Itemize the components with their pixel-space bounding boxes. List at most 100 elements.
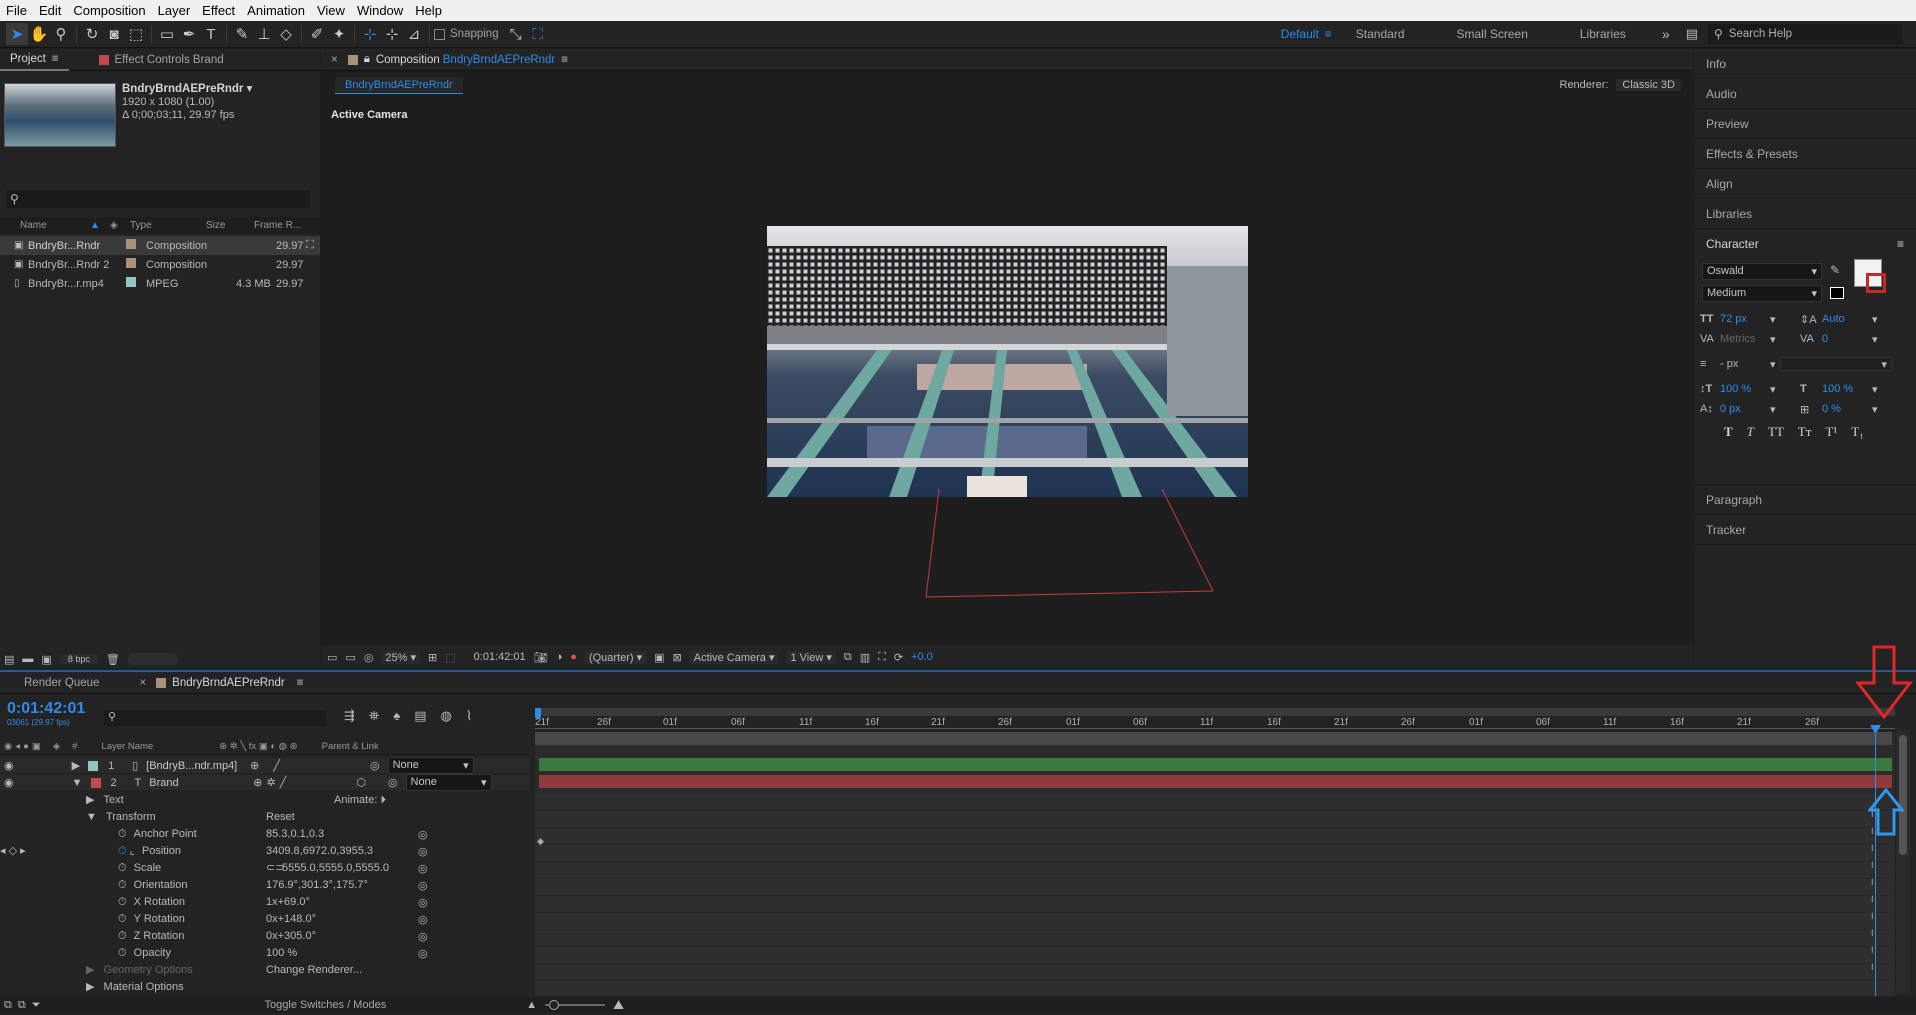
quality-switch-icon[interactable]: ╱	[273, 759, 280, 772]
superscript-button[interactable]: T¹	[1825, 424, 1837, 440]
comp-track-bar[interactable]	[535, 732, 1892, 745]
view-axis-icon[interactable]: ⊿	[403, 23, 425, 45]
quality-switch-icon[interactable]: ╱	[280, 776, 287, 789]
collapse-arrow-icon[interactable]: ▼	[86, 811, 97, 823]
layer-1-duration-bar[interactable]	[539, 758, 1892, 771]
kerning-value[interactable]: Metrics	[1720, 333, 1770, 345]
bit-depth-button[interactable]: 8 bpc	[59, 654, 98, 664]
zoom-select[interactable]: 25% ▾	[381, 650, 421, 664]
transform-reset-link[interactable]: Reset	[266, 810, 295, 824]
panel-align[interactable]: Align	[1694, 169, 1916, 199]
renderer-select[interactable]: Classic 3D	[1616, 79, 1681, 91]
label-tag-icon[interactable]: ◈	[110, 220, 130, 231]
composition-viewer-frame[interactable]	[767, 226, 1248, 497]
expand-arrow-icon[interactable]: ▶	[86, 981, 94, 993]
tsume-value[interactable]: 0 %	[1822, 403, 1872, 415]
opacity-value[interactable]: 100 %	[266, 946, 297, 960]
work-area-bar[interactable]	[535, 708, 1895, 716]
project-item[interactable]: ▣ BndryBr...Rndr Composition 29.97 ⛶	[0, 236, 320, 255]
panel-tracker[interactable]: Tracker	[1694, 515, 1916, 545]
black-white-swatch[interactable]	[1830, 287, 1844, 299]
chevron-down-icon[interactable]: ▾	[247, 83, 253, 95]
comp-mini-flowchart-icon[interactable]: ⇶	[344, 708, 355, 724]
graph-icon[interactable]: ⌞	[130, 845, 135, 857]
comp-info-name[interactable]: BndryBrndAEPreRndr ▾	[122, 83, 252, 96]
expand-arrow-icon[interactable]: ▶	[86, 964, 94, 976]
snapshot-icon[interactable]: 📷︎	[534, 651, 548, 664]
snapping-checkbox[interactable]	[434, 28, 445, 40]
expression-pickwhip-icon[interactable]: ◎	[418, 861, 428, 878]
z-rotation-value[interactable]: 0x+305.0°	[266, 929, 316, 943]
close-tab-icon[interactable]: ×	[331, 54, 338, 66]
camera-tool-icon[interactable]: ◙	[103, 23, 125, 45]
col-frame-rate[interactable]: Frame R...	[254, 220, 314, 231]
layer-row[interactable]: ◉ ▼ 2 T Brand ⊕ ✲ ╱ ⬡ ◎ None ▾	[0, 774, 530, 791]
zoom-tool-icon[interactable]: ⚲	[50, 23, 72, 45]
transfer-controls-pane-icon[interactable]: ⧉	[18, 999, 26, 1012]
eye-icon[interactable]: ◉	[4, 776, 14, 789]
flowchart-icon[interactable]: ⛶	[306, 239, 314, 252]
col-size[interactable]: Size	[206, 220, 254, 231]
all-caps-button[interactable]: TT	[1768, 424, 1784, 440]
faux-italic-button[interactable]: T	[1747, 424, 1754, 440]
pan-behind-tool-icon[interactable]: ⬚	[125, 23, 147, 45]
puppet-pin-tool-icon[interactable]: ✦	[328, 23, 350, 45]
project-item[interactable]: ▣ BndryBr...Rndr 2 Composition 29.97	[0, 255, 320, 274]
thumbnail-size-slider[interactable]	[127, 653, 178, 665]
frame-blending-icon[interactable]: ▤	[414, 708, 426, 724]
show-snapshot-icon[interactable]: ◑	[556, 651, 563, 663]
panel-preview[interactable]: Preview	[1694, 109, 1916, 139]
change-renderer-link[interactable]: Change Renderer...	[266, 963, 362, 977]
camera-view-select[interactable]: Active Camera ▾	[689, 650, 779, 664]
always-preview-icon[interactable]: ▭	[327, 651, 337, 664]
tab-composition[interactable]: 🔒︎ Composition BndryBrndAEPreRndr ≡	[338, 49, 578, 71]
timecode-display[interactable]: 0:01:42:01	[7, 700, 85, 718]
stopwatch-icon[interactable]: ⏱	[118, 947, 127, 959]
tab-timeline-comp[interactable]: BndryBrndAEPreRndr ≡	[146, 672, 313, 694]
font-style-select[interactable]: Medium ▾	[1702, 285, 1822, 302]
expand-arrow-icon[interactable]: ▶	[86, 794, 94, 806]
subscript-button[interactable]: T₁	[1851, 424, 1863, 440]
graph-editor-icon[interactable]: ⌇	[466, 708, 472, 724]
channel-icon[interactable]: ●	[570, 651, 577, 663]
workspace-libraries[interactable]: Libraries	[1566, 27, 1640, 41]
layer-row[interactable]: ◉ ▶ 1 ▯ [BndryB...ndr.mp4] ⊕ ╱ ◎ None ▾	[0, 757, 530, 774]
shy-switch-icon[interactable]: ✲	[266, 776, 275, 789]
small-caps-button[interactable]: Tт	[1798, 424, 1812, 440]
expression-pickwhip-icon[interactable]: ◎	[418, 827, 428, 844]
menu-effect[interactable]: Effect	[196, 0, 241, 21]
reset-exposure-icon[interactable]: ⟳	[894, 651, 903, 664]
y-rotation-value[interactable]: 0x+148.0°	[266, 912, 316, 926]
snapping-toggle[interactable]: Snapping	[434, 28, 499, 40]
brush-tool-icon[interactable]: ✎	[231, 23, 253, 45]
font-size-value[interactable]: 72 px	[1720, 313, 1770, 325]
search-help-input[interactable]: Search Help	[1729, 28, 1792, 40]
lock-icon[interactable]: 🔒︎	[364, 53, 370, 66]
shy-layers-icon[interactable]: ♠	[393, 708, 400, 724]
stopwatch-icon[interactable]: ⏱	[118, 913, 127, 925]
layer-switches-pane-icon[interactable]: ⧉	[4, 999, 12, 1012]
close-tab-icon[interactable]: ×	[139, 677, 146, 689]
flowchart-icon[interactable]: ⛶	[878, 651, 886, 664]
horizontal-scale-value[interactable]: 100 %	[1822, 383, 1872, 395]
sync-settings-icon[interactable]: ▤	[1686, 26, 1698, 42]
collapse-switch-icon[interactable]: ⊕	[250, 759, 259, 772]
col-parent[interactable]: Parent & Link	[322, 741, 379, 752]
play-circle-icon[interactable]: ⏵	[380, 794, 386, 806]
solo-icon[interactable]: ●	[23, 741, 29, 752]
prev-keyframe-icon[interactable]: ◂	[0, 845, 6, 857]
panel-menu-icon[interactable]: ≡	[297, 677, 304, 689]
geometry-options-group[interactable]: ▶ Geometry Options	[86, 963, 193, 977]
eye-icon[interactable]: ◉	[4, 759, 14, 772]
label-tag-icon[interactable]: ◈	[53, 741, 60, 752]
timeline-icon[interactable]: ▥	[860, 651, 870, 664]
workspace-menu-icon[interactable]: ≡	[1325, 27, 1332, 41]
menu-view[interactable]: View	[311, 0, 351, 21]
panel-effects-presets[interactable]: Effects & Presets	[1694, 139, 1916, 169]
text-group[interactable]: ▶ Text	[86, 793, 124, 807]
animate-menu[interactable]: Animate: ⏵	[334, 793, 386, 807]
clone-stamp-tool-icon[interactable]: ⊥	[253, 23, 275, 45]
exposure-value[interactable]: +0.0	[911, 651, 933, 663]
audio-toggle-icon[interactable]: ◂	[15, 741, 20, 752]
workspace-standard[interactable]: Standard	[1342, 27, 1419, 41]
